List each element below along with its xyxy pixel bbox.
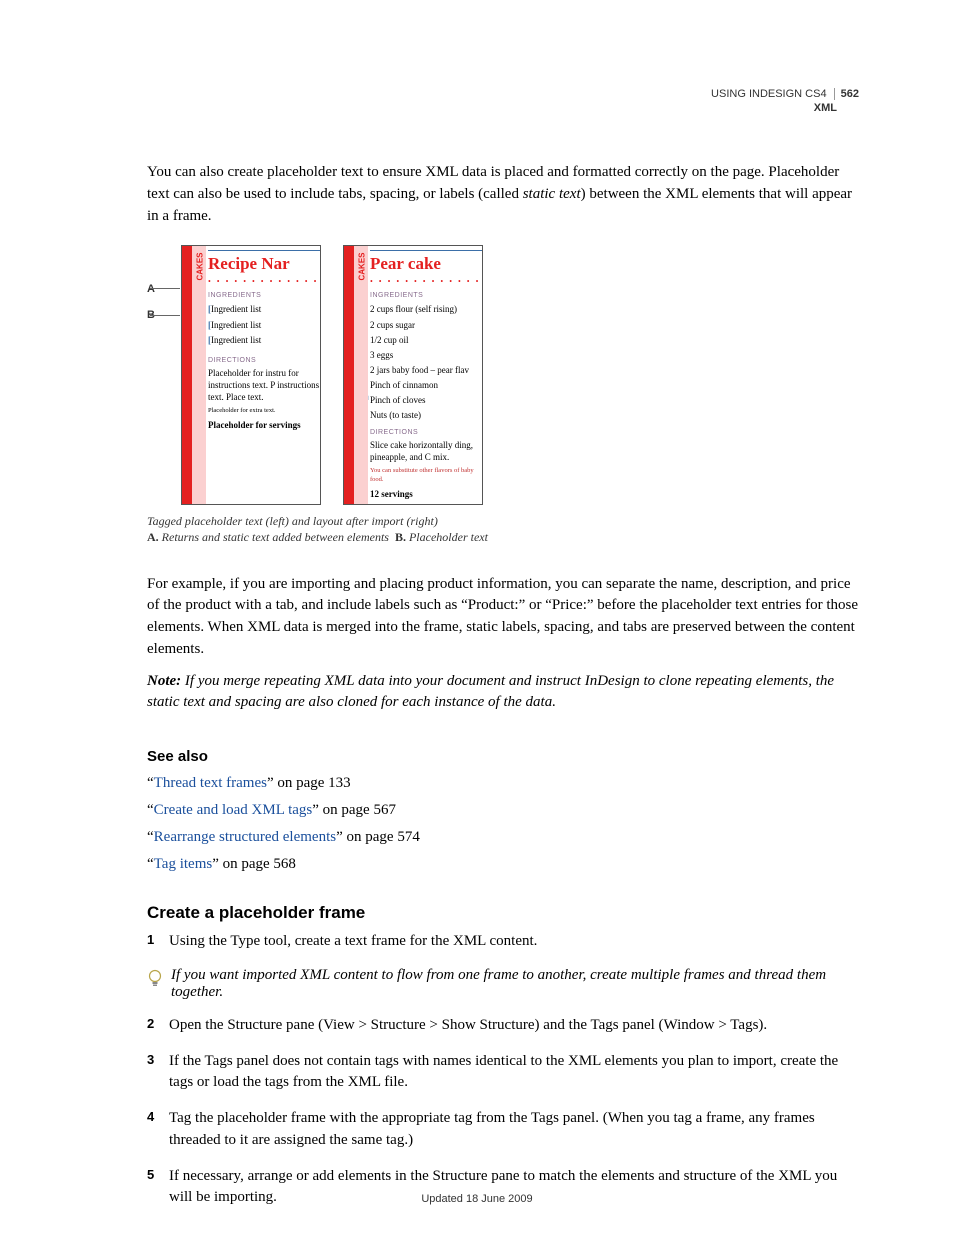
step-4: Tag the placeholder frame with the appro… <box>147 1108 859 1152</box>
see-also-item: “Rearrange structured elements” on page … <box>147 829 859 846</box>
page-number: 562 <box>834 88 859 100</box>
ingredients-heading: INGREDIENTS <box>208 291 320 300</box>
lightbulb-icon <box>147 969 163 1001</box>
example-paragraph: For example, if you are importing and pl… <box>147 574 859 661</box>
product-name: USING INDESIGN CS4 <box>711 88 827 100</box>
tab-label: CAKES <box>196 253 205 281</box>
see-also-item: “Create and load XML tags” on page 567 <box>147 802 859 819</box>
figure-panel-right: CAKES Pear cake • • • • • • • • • • • • … <box>343 245 483 505</box>
subheading-create-placeholder: Create a placeholder frame <box>147 903 859 923</box>
step-1: Using the Type tool, create a text frame… <box>147 931 859 953</box>
see-also-item: “Thread text frames” on page 133 <box>147 775 859 792</box>
steps-list-cont: Open the Structure pane (View > Structur… <box>147 1015 859 1209</box>
figure: A B CAKES Recipe Nar • • • • • • • • • •… <box>147 245 859 545</box>
section-name: XML <box>147 102 859 114</box>
link-create-tags[interactable]: Create and load XML tags <box>154 802 313 818</box>
step-2: Open the Structure pane (View > Structur… <box>147 1015 859 1037</box>
intro-paragraph: You can also create placeholder text to … <box>147 162 859 227</box>
tip: If you want imported XML content to flow… <box>147 967 859 1001</box>
figure-caption: Tagged placeholder text (left) and layou… <box>147 513 859 545</box>
recipe-title-right: Pear cake <box>370 250 482 276</box>
see-also-heading: See also <box>147 748 859 765</box>
step-3: If the Tags panel does not contain tags … <box>147 1051 859 1095</box>
note: Note: If you merge repeating XML data in… <box>147 671 859 715</box>
figure-panel-left: CAKES Recipe Nar • • • • • • • • • • • •… <box>181 245 321 505</box>
footer-updated: Updated 18 June 2009 <box>0 1193 954 1205</box>
see-also-item: “Tag items” on page 568 <box>147 856 859 873</box>
tab-label: CAKES <box>358 253 367 281</box>
label-a: A <box>147 283 159 295</box>
steps-list: Using the Type tool, create a text frame… <box>147 931 859 953</box>
link-tag-items[interactable]: Tag items <box>154 856 213 872</box>
link-rearrange[interactable]: Rearrange structured elements <box>154 829 336 845</box>
page-header: USING INDESIGN CS4 562 XML <box>147 88 859 114</box>
link-thread-frames[interactable]: Thread text frames <box>154 775 267 791</box>
figure-labels: A B <box>147 245 159 335</box>
recipe-title-left: Recipe Nar <box>208 250 320 276</box>
